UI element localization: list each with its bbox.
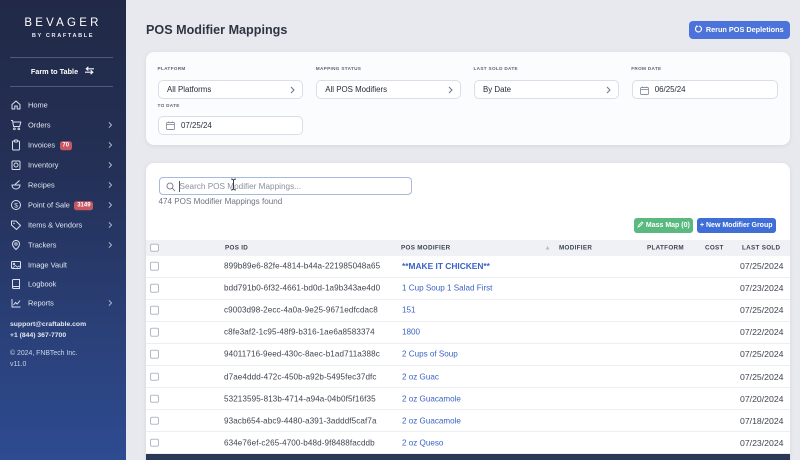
svg-text:$: $ xyxy=(14,202,18,209)
